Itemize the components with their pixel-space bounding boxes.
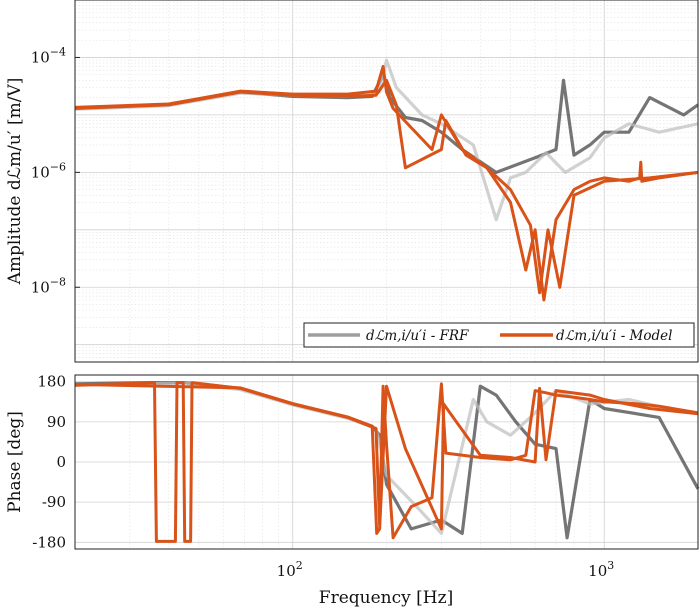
x-tick-label: 102 [277,559,303,580]
phase-x-tick-labels: 102 103 [277,559,615,580]
phase-y-tick-label: -180 [32,533,66,551]
amplitude-y-tick-label: 10−4 [31,45,66,66]
legend-label-frf: dℒm,i/u′i - FRF [366,328,469,344]
x-tick-label: 103 [588,559,614,580]
amplitude-y-tick-labels: 10−4 10−6 10−8 [31,45,80,296]
amplitude-plot: 10−4 10−6 10−8 dℒm,i/u′i - FRF dℒm,i/u′i -… [5,0,699,363]
phase-y-tick-label: 0 [56,453,66,471]
phase-y-tick-label: -90 [42,493,66,511]
phase-y-axis-label: Phase [deg] [5,411,25,513]
legend-label-model: dℒm,i/u′i - Model [556,328,672,344]
bode-figure: 10−4 10−6 10−8 dℒm,i/u′i - FRF dℒm,i/u′i -… [5,0,700,608]
phase-y-tick-label: 180 [37,373,66,391]
legend: dℒm,i/u′i - FRF dℒm,i/u′i - Model [303,322,695,348]
amplitude-y-tick-label: 10−6 [31,160,66,181]
phase-y-tick-labels: 180 90 0 -90 -180 [32,373,66,552]
phase-plot: 180 90 0 -90 -180 102 103 Phase [deg] Frequen… [5,373,700,608]
x-axis-label: Frequency [Hz] [319,588,453,608]
amplitude-y-tick-label: 10−8 [31,275,66,296]
amplitude-y-axis-label: Amplitude dℒm/u′ [m/V] [5,78,25,286]
phase-y-tick-label: 90 [47,413,66,431]
